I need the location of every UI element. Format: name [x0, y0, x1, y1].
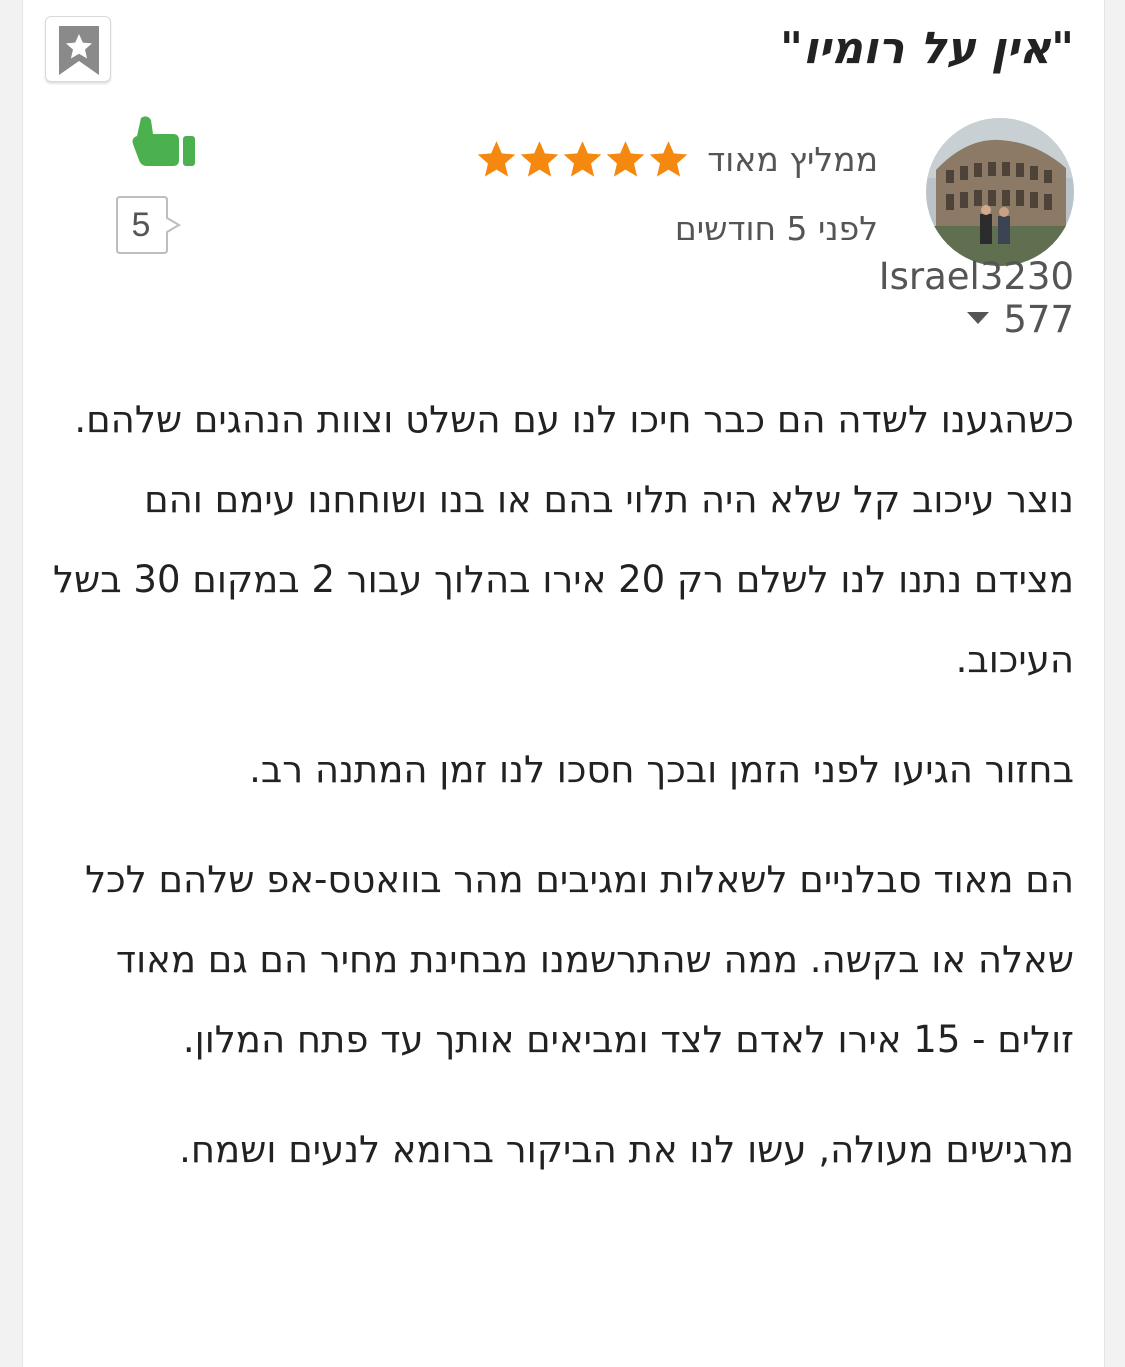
contribution-count: 577 [967, 297, 1074, 343]
username[interactable]: Israel3230 [879, 252, 1074, 302]
review-paragraph: מרגישים מעולה, עשו לנו את הביקור ברומא ל… [179, 1128, 1074, 1171]
avatar[interactable] [926, 118, 1074, 266]
star-icon [606, 141, 645, 177]
helpful-count: 5 [131, 206, 151, 244]
review-paragraph: בחזור הגיעו לפני הזמן ובכך חסכו לנו זמן … [249, 748, 1074, 791]
review-paragraph: כשהגענו לשדה הם כבר חיכו לנו עם השלט וצו… [53, 398, 1074, 681]
review-title[interactable]: "אין על רומיו" [780, 14, 1074, 84]
avatar-photo [926, 118, 1074, 266]
star-icon [649, 141, 688, 177]
review-card: "אין על רומיו" Israel3230 577 ממליץ מאוד… [22, 0, 1105, 1367]
bookmark-star-icon [59, 26, 99, 75]
star-icon [477, 141, 516, 177]
save-review-button[interactable] [45, 16, 111, 82]
star-icon [563, 141, 602, 177]
star-rating [476, 139, 689, 179]
thumbs-up-icon[interactable] [127, 114, 197, 170]
review-body: כשהגענו לשדה הם כבר חיכו לנו עם השלט וצו… [44, 380, 1074, 1220]
contribution-number: 577 [1003, 298, 1074, 341]
rating-label: ממליץ מאוד [707, 139, 878, 179]
helpful-votes: 5 [115, 196, 185, 254]
rating-row: ממליץ מאוד [476, 134, 878, 184]
caret-down-icon [967, 311, 990, 324]
review-paragraph: הם מאוד סבלניים לשאלות ומגיבים מהר בוואט… [85, 858, 1074, 1061]
review-date: לפני 5 חודשים [674, 209, 878, 248]
star-icon [520, 141, 559, 177]
